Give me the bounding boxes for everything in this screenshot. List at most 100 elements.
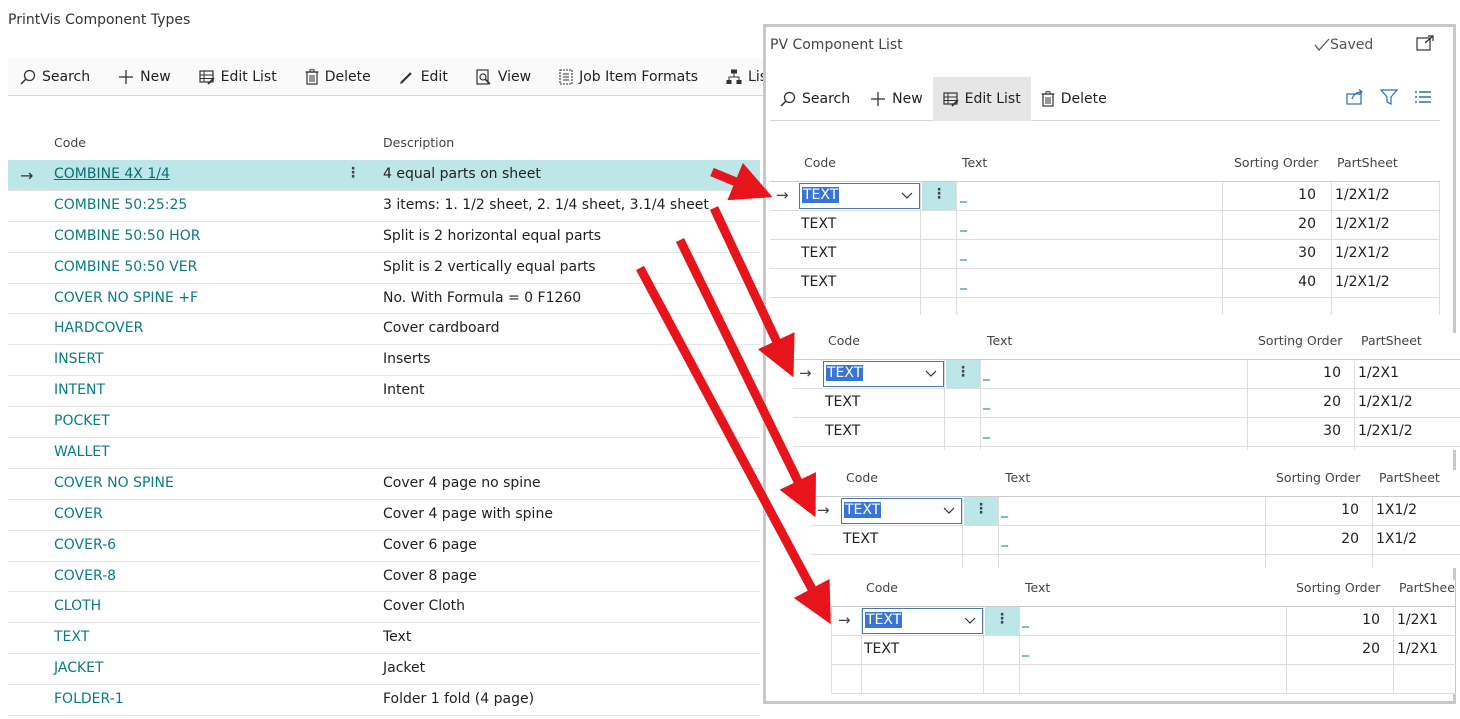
- list-row[interactable]: → TEXT ⋮ _ 10 1/2X1/2: [770, 182, 1440, 211]
- edit-button[interactable]: Edit: [399, 69, 448, 85]
- table-row[interactable]: COVER-6 Cover 6 page: [8, 531, 760, 562]
- sorting-order-cell[interactable]: 20: [1247, 394, 1341, 410]
- text-cell[interactable]: _: [1022, 612, 1029, 628]
- header-code[interactable]: Code: [866, 580, 898, 595]
- table-row[interactable]: COMBINE 50:50 VER Split is 2 vertically e…: [8, 253, 760, 284]
- share-icon[interactable]: [1346, 89, 1364, 105]
- header-partsheet[interactable]: PartSheet: [1399, 580, 1455, 595]
- sorting-order-cell[interactable]: 10: [1286, 612, 1380, 628]
- table-row[interactable]: COMBINE 50:50 HOR Split is 2 horizontal e…: [8, 222, 760, 253]
- text-cell[interactable]: _: [983, 365, 990, 381]
- header-text[interactable]: Text: [1005, 470, 1030, 485]
- table-row[interactable]: FOLDER-1 Folder 1 fold (4 page): [8, 685, 760, 717]
- text-cell[interactable]: _: [1022, 641, 1029, 657]
- list-row[interactable]: TEXT _ 40 1/2X1/2: [770, 269, 1440, 298]
- table-row[interactable]: CLOTH Cover Cloth: [8, 592, 760, 624]
- text-cell[interactable]: _: [960, 216, 967, 232]
- table-row[interactable]: COVER NO SPINE Cover 4 page no spine: [8, 469, 760, 500]
- sorting-order-cell[interactable]: 20: [1222, 216, 1316, 232]
- row-menu-icon[interactable]: ⋮: [932, 186, 946, 202]
- header-partsheet[interactable]: PartSheet: [1379, 470, 1440, 485]
- table-row[interactable]: INSERT Inserts: [8, 345, 760, 377]
- panel-new-button[interactable]: New: [860, 77, 933, 121]
- code-cell[interactable]: TEXT: [825, 423, 860, 439]
- row-code[interactable]: HARDCOVER: [54, 320, 143, 336]
- column-header-code[interactable]: Code: [54, 135, 86, 150]
- text-cell[interactable]: _: [960, 274, 967, 290]
- text-cell[interactable]: _: [960, 187, 967, 203]
- table-row[interactable]: → COMBINE 4X 1/4 ⋮ 4 equal parts on sheet: [8, 160, 760, 191]
- sorting-order-cell[interactable]: 30: [1222, 245, 1316, 261]
- code-cell[interactable]: TEXT: [864, 641, 899, 657]
- column-header-description[interactable]: Description: [383, 135, 454, 150]
- header-sorting-order[interactable]: Sorting Order: [1296, 580, 1380, 595]
- list-row[interactable]: → TEXT ⋮ _ 10 1/2X1: [793, 360, 1460, 389]
- row-code[interactable]: COVER-6: [54, 537, 116, 553]
- text-cell[interactable]: _: [1001, 531, 1008, 547]
- edit-list-button[interactable]: Edit List: [199, 69, 277, 85]
- row-menu-icon[interactable]: ⋮: [346, 165, 360, 181]
- row-code[interactable]: COMBINE 4X 1/4: [54, 166, 170, 182]
- text-cell[interactable]: _: [983, 394, 990, 410]
- list-row[interactable]: TEXT _ 20 1/2X1: [832, 636, 1456, 665]
- code-cell[interactable]: TEXT: [801, 216, 836, 232]
- partsheet-cell[interactable]: 1X1/2: [1376, 531, 1417, 547]
- partsheet-cell[interactable]: 1/2X1/2: [1335, 274, 1390, 290]
- sorting-order-cell[interactable]: 10: [1247, 365, 1341, 381]
- job-item-formats-button[interactable]: Job Item Formats: [559, 69, 698, 85]
- row-code[interactable]: FOLDER-1: [54, 691, 124, 707]
- sorting-order-cell[interactable]: 20: [1265, 531, 1359, 547]
- header-sorting-order[interactable]: Sorting Order: [1276, 470, 1360, 485]
- code-select[interactable]: TEXT: [799, 183, 920, 209]
- popout-icon[interactable]: [1416, 35, 1434, 51]
- header-sorting-order[interactable]: Sorting Order: [1234, 155, 1318, 170]
- list-row[interactable]: TEXT _ 30 1/2X1/2: [770, 240, 1440, 269]
- row-code[interactable]: COVER NO SPINE: [54, 475, 174, 491]
- new-button[interactable]: New: [118, 69, 171, 85]
- row-code[interactable]: JACKET: [54, 660, 104, 676]
- code-select[interactable]: TEXT: [862, 608, 983, 634]
- row-menu-icon[interactable]: ⋮: [956, 364, 970, 380]
- table-row[interactable]: JACKET Jacket: [8, 654, 760, 686]
- view-button[interactable]: View: [476, 69, 531, 85]
- partsheet-cell[interactable]: 1/2X1/2: [1335, 187, 1390, 203]
- row-code[interactable]: CLOTH: [54, 598, 101, 614]
- row-code[interactable]: COVER: [54, 506, 103, 522]
- partsheet-cell[interactable]: 1/2X1: [1397, 612, 1438, 628]
- list-view-icon[interactable]: [1414, 89, 1432, 105]
- header-text[interactable]: Text: [962, 155, 987, 170]
- partsheet-cell[interactable]: 1/2X1/2: [1335, 216, 1390, 232]
- table-row[interactable]: HARDCOVER Cover cardboard: [8, 314, 760, 346]
- table-row[interactable]: COMBINE 50:25:25 3 items: 1. 1/2 sheet, 2…: [8, 191, 760, 222]
- table-row[interactable]: COVER-8 Cover 8 page: [8, 562, 760, 593]
- list-row[interactable]: → TEXT ⋮ _ 10 1/2X1: [832, 607, 1456, 636]
- panel-delete-button[interactable]: Delete: [1031, 77, 1117, 121]
- partsheet-cell[interactable]: 1/2X1: [1397, 641, 1438, 657]
- table-row[interactable]: COVER NO SPINE +F No. With Formula = 0 F1…: [8, 284, 760, 315]
- header-code[interactable]: Code: [804, 155, 836, 170]
- table-row[interactable]: INTENT Intent: [8, 376, 760, 408]
- row-menu-icon[interactable]: ⋮: [995, 611, 1009, 627]
- table-row[interactable]: TEXT Text: [8, 623, 760, 655]
- partsheet-cell[interactable]: 1X1/2: [1376, 502, 1417, 518]
- delete-button[interactable]: Delete: [305, 69, 371, 85]
- sorting-order-cell[interactable]: 40: [1222, 274, 1316, 290]
- row-code[interactable]: TEXT: [54, 629, 89, 645]
- list-row[interactable]: [832, 665, 1456, 694]
- partsheet-cell[interactable]: 1/2X1/2: [1335, 245, 1390, 261]
- header-text[interactable]: Text: [987, 333, 1012, 348]
- header-code[interactable]: Code: [828, 333, 860, 348]
- sorting-order-cell[interactable]: 20: [1286, 641, 1380, 657]
- list-button[interactable]: Lis: [726, 69, 767, 85]
- row-code[interactable]: INTENT: [54, 382, 105, 398]
- text-cell[interactable]: _: [983, 423, 990, 439]
- partsheet-cell[interactable]: 1/2X1/2: [1358, 394, 1413, 410]
- row-code[interactable]: COMBINE 50:50 VER: [54, 259, 197, 275]
- table-row[interactable]: WALLET: [8, 438, 760, 469]
- sorting-order-cell[interactable]: 10: [1265, 502, 1359, 518]
- filter-icon[interactable]: [1380, 89, 1398, 105]
- text-cell[interactable]: _: [1001, 502, 1008, 518]
- list-row[interactable]: TEXT _ 20 1/2X1/2: [770, 211, 1440, 240]
- row-code[interactable]: COVER NO SPINE +F: [54, 290, 198, 306]
- text-cell[interactable]: _: [960, 245, 967, 261]
